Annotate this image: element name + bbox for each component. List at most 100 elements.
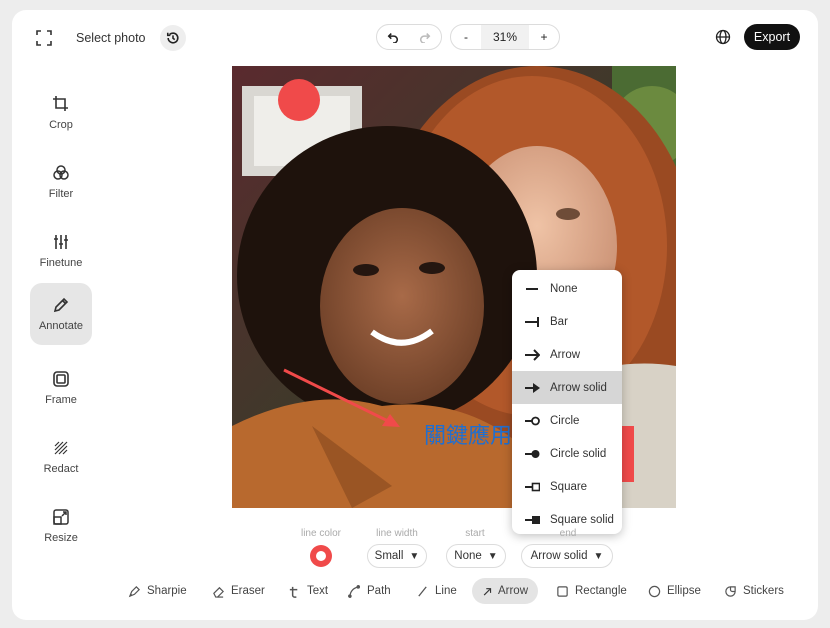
shape-tool-label: Stickers (743, 585, 784, 597)
tool-redact[interactable]: Redact (30, 426, 92, 488)
line-width-value: Small (374, 550, 404, 562)
arrow-icon (483, 587, 492, 595)
ellipse-icon (648, 585, 661, 597)
tool-label: Redact (43, 463, 79, 475)
menu-item-label: Bar (550, 315, 568, 328)
tool-annotate[interactable]: Annotate (30, 283, 92, 345)
overlay-text[interactable]: 關鍵應用 (424, 418, 512, 450)
shape-tool-sharpie[interactable]: Sharpie (118, 578, 197, 604)
shape-tool-label: Line (435, 585, 457, 597)
line-color-label: line color (300, 528, 342, 539)
shape-tool-path[interactable]: Path (338, 578, 401, 604)
resize-icon (53, 509, 69, 525)
shape-tool-label: Sharpie (147, 585, 187, 597)
line-width-label: line width (376, 528, 418, 539)
rectangle-icon (557, 585, 568, 597)
line-square-icon (520, 480, 544, 494)
end-label: end (559, 528, 577, 539)
line-bar-icon (520, 315, 544, 329)
start-label: start (465, 528, 485, 539)
crop-icon (53, 96, 68, 111)
text-icon (289, 586, 298, 598)
tool-label: Resize (44, 532, 78, 544)
menu-item-label: Arrow solid (550, 381, 607, 394)
editor-panel: Select photo - 31% + Export Crop Filter … (12, 10, 818, 620)
menu-item-square[interactable]: Square (512, 470, 622, 503)
caret-down-icon: ▼ (593, 550, 604, 562)
menu-item-circle[interactable]: Circle (512, 404, 622, 437)
history-icon[interactable] (160, 25, 186, 51)
menu-item-bar[interactable]: Bar (512, 305, 622, 338)
redact-icon (54, 441, 68, 455)
shape-tool-eraser[interactable]: Eraser (202, 578, 275, 604)
end-select[interactable]: Arrow solid ▼ (521, 544, 613, 568)
line-color-swatch[interactable] (310, 545, 332, 567)
line-arrow-solid-icon (520, 381, 544, 395)
line-square-solid-icon (520, 513, 544, 527)
undo-redo-group (376, 24, 442, 50)
line-icon (418, 585, 427, 597)
select-photo-button[interactable]: Select photo (76, 31, 146, 45)
stickers-icon (725, 585, 736, 597)
pencil-icon (53, 297, 69, 313)
tool-label: Frame (45, 394, 77, 406)
line-width-select[interactable]: Small ▼ (367, 544, 427, 568)
shape-tool-label: Rectangle (575, 585, 627, 597)
tool-label: Filter (48, 188, 74, 200)
path-icon (348, 584, 361, 598)
caret-down-icon: ▼ (409, 550, 420, 562)
frame-icon (53, 371, 69, 387)
shape-tool-label: Arrow (497, 585, 528, 597)
menu-item-label: Square (550, 480, 588, 493)
shape-tool-text[interactable]: Text (278, 578, 338, 604)
fullscreen-icon[interactable] (34, 28, 54, 48)
line-arrow-icon (520, 348, 544, 362)
shape-tool-ellipse[interactable]: Ellipse (638, 578, 711, 604)
menu-item-label: Arrow (550, 348, 581, 361)
tool-filter[interactable]: Filter (30, 151, 92, 213)
start-value: None (454, 550, 482, 562)
shape-tool-label: Eraser (231, 585, 265, 597)
menu-item-label: Circle (550, 414, 580, 427)
tool-finetune[interactable]: Finetune (30, 220, 92, 282)
zoom-in-button[interactable]: + (529, 25, 559, 49)
undo-icon[interactable] (377, 25, 409, 49)
export-button[interactable]: Export (744, 24, 800, 50)
menu-item-label: None (550, 282, 578, 295)
shape-tool-label: Text (307, 585, 329, 597)
menu-item-none[interactable]: None (512, 272, 622, 305)
menu-item-arrow[interactable]: Arrow (512, 338, 622, 371)
redo-icon[interactable] (409, 25, 441, 49)
sharpie-icon (128, 585, 140, 597)
caret-down-icon: ▼ (487, 550, 498, 562)
zoom-value[interactable]: 31% (481, 25, 529, 49)
tool-crop[interactable]: Crop (30, 82, 92, 144)
tool-label: Finetune (39, 257, 83, 269)
menu-item-label: Square solid (550, 513, 614, 526)
tool-label: Crop (49, 119, 73, 131)
zoom-control: - 31% + (450, 24, 560, 50)
shape-tool-arrow[interactable]: Arrow (472, 578, 538, 604)
shape-tool-label: Path (367, 585, 391, 597)
menu-item-arrow-solid[interactable]: Arrow solid (512, 371, 622, 404)
line-circle-icon (520, 414, 544, 428)
shape-tool-label: Ellipse (667, 585, 701, 597)
globe-icon[interactable] (712, 26, 734, 48)
filter-icon (53, 165, 69, 180)
end-style-menu: None Bar Arrow Arrow solid Circle Circle… (512, 270, 622, 534)
tool-resize[interactable]: Resize (30, 495, 92, 557)
line-circle-solid-icon (520, 447, 544, 461)
shape-tool-rectangle[interactable]: Rectangle (546, 578, 637, 604)
eraser-icon (213, 586, 224, 598)
end-value: Arrow solid (530, 550, 588, 562)
tool-frame[interactable]: Frame (30, 357, 92, 419)
menu-item-circle-solid[interactable]: Circle solid (512, 437, 622, 470)
shape-tool-line[interactable]: Line (406, 578, 467, 604)
zoom-out-button[interactable]: - (451, 25, 481, 49)
line-none-icon (520, 282, 544, 296)
finetune-icon (54, 235, 68, 249)
shape-tool-stickers[interactable]: Stickers (714, 578, 794, 604)
start-select[interactable]: None ▼ (446, 544, 506, 568)
tool-label: Annotate (38, 320, 84, 332)
menu-item-label: Circle solid (550, 447, 607, 460)
